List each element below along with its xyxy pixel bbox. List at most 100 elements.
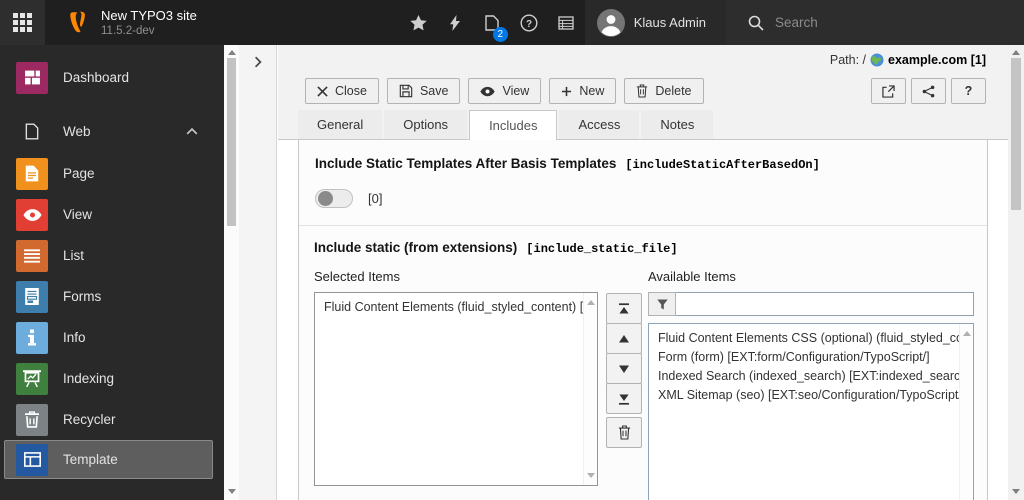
user-menu[interactable]: Klaus Admin: [584, 0, 726, 45]
close-icon: [317, 85, 328, 97]
typo3-logo: [45, 0, 101, 45]
open-in-new-window-button[interactable]: [871, 78, 906, 104]
site-info: New TYPO3 site 11.5.2-dev: [101, 0, 197, 45]
sidebar-item-template[interactable]: Template: [4, 440, 213, 479]
new-button[interactable]: New: [549, 78, 617, 104]
sidebar-item-label: List: [63, 248, 85, 263]
filter-button[interactable]: [648, 292, 676, 316]
arrow-up-icon: [619, 334, 629, 342]
available-items-listbox[interactable]: Fluid Content Elements CSS (optional) (f…: [648, 323, 974, 500]
listbox-scrollbar[interactable]: [959, 324, 973, 500]
list-item[interactable]: Fluid Content Elements CSS (optional) (f…: [649, 324, 973, 346]
user-name: Klaus Admin: [633, 15, 706, 30]
tab-includes[interactable]: Includes: [469, 110, 558, 140]
share-button[interactable]: [911, 78, 946, 104]
globe-icon: [870, 53, 884, 67]
sidebar-item-label: Forms: [63, 289, 102, 304]
search-input[interactable]: [775, 15, 975, 30]
sidebar-item-label: Template: [63, 452, 118, 467]
delete-button[interactable]: Delete: [624, 78, 704, 104]
web-document-icon: [16, 115, 48, 147]
chevron-up-icon: [186, 124, 198, 139]
global-search[interactable]: [726, 0, 1024, 45]
content-scrollbar[interactable]: [1008, 45, 1024, 500]
selected-items-listbox[interactable]: Fluid Content Elements (fluid_styled_con…: [314, 292, 598, 486]
tab-general[interactable]: General: [298, 110, 383, 139]
sidebar-item-forms[interactable]: Forms: [0, 276, 224, 317]
sidebar-item-view[interactable]: View: [0, 194, 224, 235]
scrollbar-thumb[interactable]: [227, 58, 236, 226]
scroll-down-arrow[interactable]: [227, 489, 236, 494]
sidebar-scrollbar[interactable]: [224, 45, 239, 500]
view-button[interactable]: View: [468, 78, 542, 104]
item-mover-buttons: [606, 269, 642, 500]
path-prefix: Path: /: [829, 53, 867, 67]
listbox-scrollbar[interactable]: [583, 293, 597, 485]
field-label: Include Static Templates After Basis Tem…: [315, 156, 617, 171]
template-layout-icon: [16, 443, 48, 476]
bolt-icon: [450, 14, 461, 31]
scroll-down-arrow[interactable]: [586, 473, 595, 478]
docheader-help-button[interactable]: ?: [951, 78, 986, 104]
toggle-knob: [318, 191, 333, 206]
section-include-static-after: Include Static Templates After Basis Tem…: [299, 140, 987, 226]
save-icon: [399, 84, 413, 98]
move-down-button[interactable]: [606, 353, 642, 384]
sidebar-item-list[interactable]: List: [0, 235, 224, 276]
expand-pagetree-button[interactable]: [250, 54, 266, 70]
svg-text:?: ?: [526, 18, 532, 29]
field-code: [includeStaticAfterBasedOn]: [625, 158, 820, 172]
sidebar-item-page[interactable]: Page: [0, 153, 224, 194]
list-item[interactable]: XML Sitemap (seo) [EXT:seo/Configuration…: [649, 384, 973, 403]
scroll-up-arrow[interactable]: [227, 50, 236, 55]
button-bar: Close Save View New Delete ?: [305, 78, 986, 104]
chevron-right-icon: [255, 56, 262, 68]
scroll-up-arrow[interactable]: [962, 331, 971, 336]
doc-header: Path: / example.com [1] Close Save View …: [278, 45, 1008, 110]
include-static-toggle[interactable]: [315, 189, 353, 208]
list-item[interactable]: Form (form) [EXT:form/Configuration/Typo…: [649, 346, 973, 365]
sidebar-item-indexing[interactable]: Indexing: [0, 358, 224, 399]
sidebar-item-info[interactable]: Info: [0, 317, 224, 358]
page-icon: [16, 157, 48, 190]
field-code: [include_static_file]: [526, 242, 678, 256]
open-in-new-window-icon: [882, 84, 895, 98]
scroll-up-arrow[interactable]: [586, 300, 595, 305]
list-item[interactable]: Fluid Content Elements (fluid_styled_con…: [315, 293, 597, 315]
opened-documents-button[interactable]: 2: [474, 0, 511, 45]
funnel-icon: [656, 298, 668, 309]
scrollbar-thumb[interactable]: [1011, 58, 1021, 210]
move-to-bottom-button[interactable]: [606, 383, 642, 414]
form-tabs: General Options Includes Access Notes: [278, 110, 1008, 140]
system-information-button[interactable]: [548, 0, 585, 45]
dashboard-icon: [16, 61, 48, 94]
sidebar-group-web[interactable]: Web: [0, 109, 224, 153]
tab-options[interactable]: Options: [384, 110, 468, 139]
move-up-button[interactable]: [606, 323, 642, 354]
chart-board-icon: [16, 362, 48, 395]
sidebar-group-label: Web: [63, 123, 91, 139]
sidebar-item-dashboard[interactable]: Dashboard: [0, 57, 224, 98]
tab-access[interactable]: Access: [559, 110, 640, 139]
scroll-down-arrow[interactable]: [1012, 489, 1020, 494]
close-button[interactable]: Close: [305, 78, 379, 104]
list-item[interactable]: Indexed Search (indexed_search) [EXT:ind…: [649, 365, 973, 384]
tab-notes[interactable]: Notes: [641, 110, 714, 139]
save-button[interactable]: Save: [386, 78, 461, 104]
clear-cache-button[interactable]: [437, 0, 474, 45]
module-menu: Dashboard Web Page View List Forms Info …: [0, 45, 224, 500]
remove-item-button[interactable]: [606, 417, 642, 448]
sidebar-item-label: Page: [63, 166, 95, 181]
move-to-top-button[interactable]: [606, 293, 642, 324]
sidebar-item-recycler[interactable]: Recycler: [0, 399, 224, 440]
sidebar-item-label: Info: [63, 330, 86, 345]
module-menu-toggle-button[interactable]: [0, 0, 45, 45]
help-button[interactable]: ?: [511, 0, 548, 45]
site-title: New TYPO3 site: [101, 7, 197, 23]
page-reference: example.com [1]: [888, 53, 986, 67]
top-bar: New TYPO3 site 11.5.2-dev 2 ? Klaus Admi…: [0, 0, 1024, 45]
filter-input[interactable]: [676, 292, 974, 316]
bookmark-button[interactable]: [400, 0, 437, 45]
scroll-up-arrow[interactable]: [1012, 50, 1020, 55]
trash-icon: [16, 403, 48, 436]
